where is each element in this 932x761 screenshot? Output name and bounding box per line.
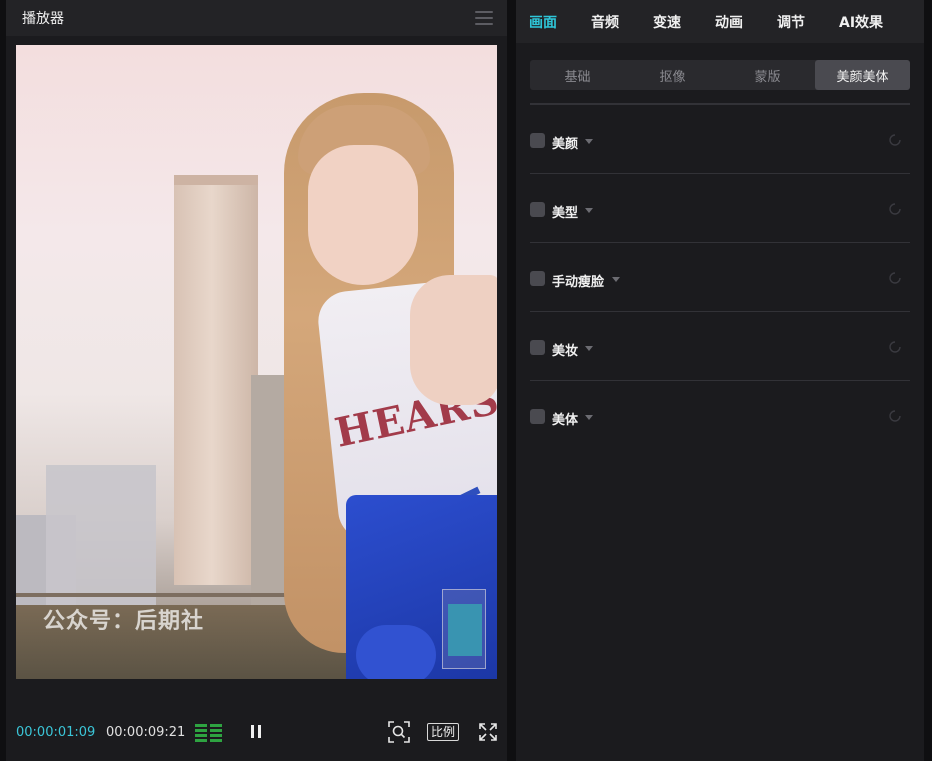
current-timecode: 00:00:01:09 <box>16 724 96 740</box>
section-label[interactable]: 美体 <box>552 409 578 428</box>
pause-button[interactable] <box>251 725 265 739</box>
pom-pom <box>356 625 436 679</box>
chevron-down-icon[interactable] <box>612 277 620 282</box>
sub-tabs: 基础 抠像 蒙版 美颜美体 <box>530 60 910 90</box>
reset-icon[interactable] <box>888 409 902 423</box>
face-shape-checkbox[interactable] <box>530 202 545 217</box>
reset-icon[interactable] <box>888 340 902 354</box>
video-preview[interactable]: HEARS 公众号：后期社 <box>16 45 497 679</box>
reset-icon[interactable] <box>888 202 902 216</box>
manual-face-slim-checkbox[interactable] <box>530 271 545 286</box>
section-beauty: 美颜 <box>530 105 910 174</box>
properties-panel: 画面 音频 变速 动画 调节 AI效果 基础 抠像 蒙版 美颜美体 美颜 美型 <box>516 0 924 761</box>
section-face-shape: 美型 <box>530 174 910 243</box>
tab-picture[interactable]: 画面 <box>529 12 557 32</box>
player-title: 播放器 <box>22 11 64 27</box>
chevron-down-icon[interactable] <box>585 415 593 420</box>
player-header: 播放器 <box>6 0 507 36</box>
person-arm <box>410 275 497 405</box>
audio-level-meter-icon <box>195 722 222 742</box>
tab-adjust[interactable]: 调节 <box>777 12 805 32</box>
subtab-mask[interactable]: 蒙版 <box>720 60 815 90</box>
chevron-down-icon[interactable] <box>585 208 593 213</box>
section-label[interactable]: 美妆 <box>552 340 578 359</box>
makeup-checkbox[interactable] <box>530 340 545 355</box>
crop-handle-fill <box>448 604 482 656</box>
zoom-icon[interactable] <box>388 721 410 743</box>
fullscreen-icon[interactable] <box>478 722 498 742</box>
playback-controls: 00:00:01:09 00:00:09:21 比例 <box>6 712 507 752</box>
background-building <box>174 185 258 585</box>
tab-ai-effects[interactable]: AI效果 <box>839 12 883 32</box>
section-label[interactable]: 美型 <box>552 202 578 221</box>
aspect-ratio-button[interactable]: 比例 <box>427 723 460 741</box>
player-panel: 播放器 HEARS 公众号：后期社 00:00:01:09 00:00:09:2… <box>6 0 507 761</box>
section-manual-face-slim: 手动瘦脸 <box>530 243 910 312</box>
crop-handle[interactable] <box>442 589 486 669</box>
property-tabs: 画面 音频 变速 动画 调节 AI效果 <box>516 0 924 43</box>
subtab-basic[interactable]: 基础 <box>530 60 625 90</box>
chevron-down-icon[interactable] <box>585 139 593 144</box>
reset-icon[interactable] <box>888 271 902 285</box>
subtab-beauty[interactable]: 美颜美体 <box>815 60 910 90</box>
reset-icon[interactable] <box>888 133 902 147</box>
section-body: 美体 <box>530 381 910 450</box>
section-label[interactable]: 手动瘦脸 <box>552 271 604 290</box>
total-timecode: 00:00:09:21 <box>106 724 186 740</box>
beauty-checkbox[interactable] <box>530 133 545 148</box>
tab-audio[interactable]: 音频 <box>591 12 619 32</box>
menu-icon[interactable] <box>475 11 493 25</box>
section-makeup: 美妆 <box>530 312 910 381</box>
tab-speed[interactable]: 变速 <box>653 12 681 32</box>
app-root: 播放器 HEARS 公众号：后期社 00:00:01:09 00:00:09:2… <box>0 0 932 761</box>
watermark-text: 公众号：后期社 <box>43 609 205 634</box>
body-checkbox[interactable] <box>530 409 545 424</box>
subtab-cutout[interactable]: 抠像 <box>625 60 720 90</box>
person-face <box>308 145 418 285</box>
tab-animation[interactable]: 动画 <box>715 12 743 32</box>
section-label[interactable]: 美颜 <box>552 133 578 152</box>
chevron-down-icon[interactable] <box>585 346 593 351</box>
